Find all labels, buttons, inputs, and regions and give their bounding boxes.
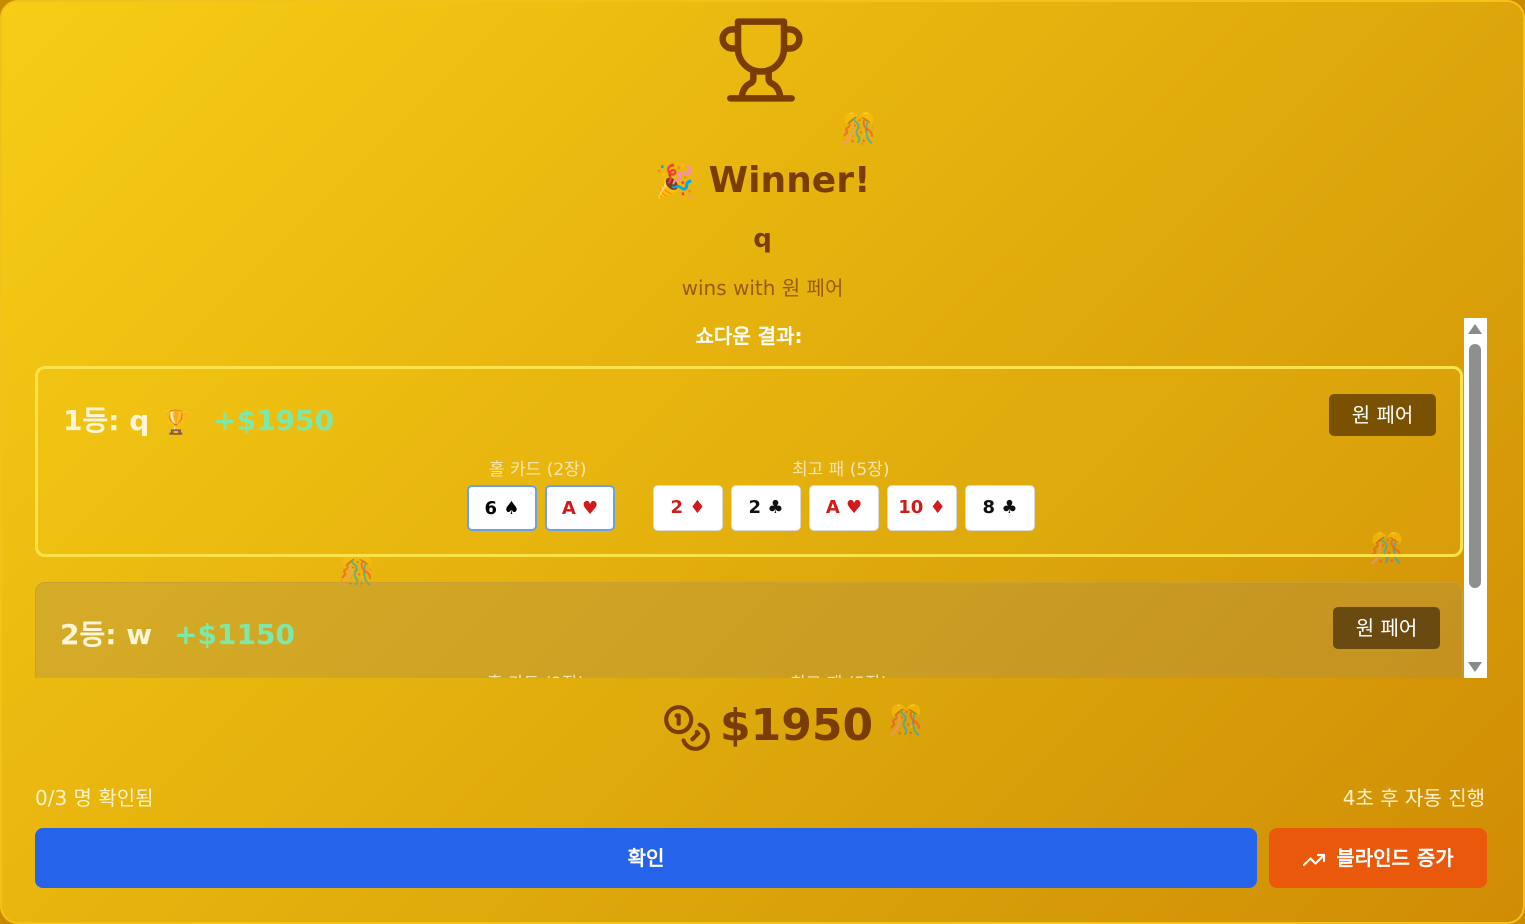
winner-name: q [753,224,772,254]
auto-advance-countdown: 4초 후 자동 진행 [1342,786,1485,810]
card-rank: 8 [982,497,996,518]
result-row-2: 2등: w +$1150 원 페어 홀 카드 (2장) 최고 패 (5장) [35,582,1463,678]
spade-icon: ♠ [503,498,520,519]
hole-card: A ♥ [545,485,615,531]
win-amount: +$1950 [213,404,334,437]
card-rank: 2 [670,497,684,518]
hand-badge: 원 페어 [1333,607,1440,649]
club-icon: ♣ [767,497,784,518]
scrollbar-thumb[interactable] [1469,344,1481,588]
card-rank: A [825,497,840,518]
best-hand-label: 최고 패 (5장) [790,669,887,678]
card-rank: 2 [748,497,762,518]
party-popper-icon: 🎉 [654,162,695,200]
diamond-icon: ♦ [689,497,706,518]
best-card: 2 ♣ [731,485,801,531]
best-card: 2 ♦ [653,485,723,531]
win-amount: +$1150 [174,618,295,651]
pot-amount: $1950 [662,700,873,760]
result-row-1: 1등: q 🏆 +$1950 원 페어 홀 카드 (2장) 최고 패 (5장) 6 … [35,366,1463,557]
card-rank: A [561,498,576,519]
pot-value: $1950 [720,700,874,751]
scroll-up-icon[interactable] [1468,324,1482,334]
hole-cards-label: 홀 카드 (2장) [489,460,587,480]
winning-hand-text: wins with 원 페어 [681,276,844,300]
rank-text: 2등: w [60,618,153,651]
trophy-icon [719,18,803,102]
coins-icon [664,705,710,751]
diamond-icon: ♦ [929,497,946,518]
rank-text: 1등: q [63,404,150,437]
club-icon: ♣ [1001,497,1018,518]
winner-title: 🎉 Winner! [2,160,1523,201]
confirmation-status: 0/3 명 확인됨 [35,786,154,810]
results-scrollbar[interactable] [1464,318,1487,678]
card-rank: 10 [898,497,924,518]
heart-icon: ♥ [846,497,863,518]
card-rank: 6 [484,498,498,519]
showdown-results-list[interactable]: 1등: q 🏆 +$1950 원 페어 홀 카드 (2장) 최고 패 (5장) 6 … [35,318,1487,678]
confirm-button[interactable]: 확인 [35,828,1257,888]
increase-blind-button[interactable]: 블라인드 증가 [1269,828,1487,888]
increase-blind-label: 블라인드 증가 [1336,846,1454,870]
winner-modal: 🎊 🎊 🎊 🎊 🎉 Winner! q wins with 원 페어 쇼다운 결과… [0,0,1525,924]
best-card: 10 ♦ [887,485,957,531]
trending-up-icon [1303,853,1326,866]
rank-label: 2등: w +$1150 [60,613,295,653]
rank-label: 1등: q 🏆 +$1950 [63,399,334,439]
trophy-medal-icon: 🏆 [161,408,192,436]
confetti-icon: 🎊 [887,704,925,739]
hole-card: 6 ♠ [467,485,537,531]
scroll-down-icon[interactable] [1468,662,1482,672]
hand-badge: 원 페어 [1329,394,1436,436]
best-card: A ♥ [809,485,879,531]
best-card: 8 ♣ [965,485,1035,531]
title-text: Winner! [708,160,871,201]
heart-icon: ♥ [582,498,599,519]
confetti-icon: 🎊 [840,112,878,147]
best-hand-label: 최고 패 (5장) [792,460,890,480]
hole-cards-label: 홀 카드 (2장) [487,669,584,678]
